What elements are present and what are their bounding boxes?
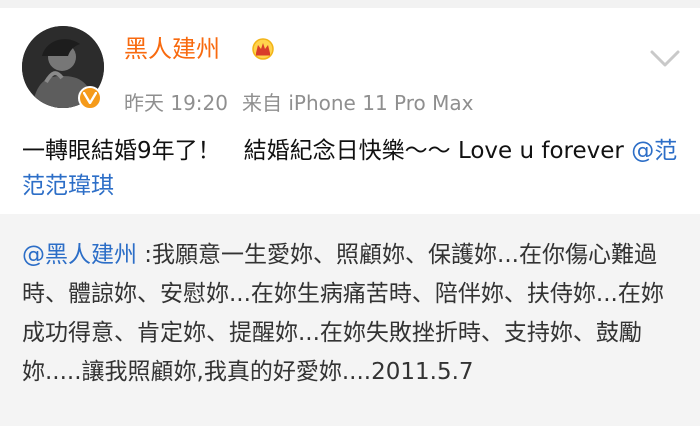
avatar[interactable] <box>22 26 104 110</box>
repost-text-block: @黑人建州 :我願意一生愛妳、照顧妳、保護妳...在你傷心難過時、體諒妳、安慰妳… <box>22 236 672 392</box>
verified-badge-icon <box>78 86 102 110</box>
post-meta: 昨天 19:20 来自 iPhone 11 Pro Max <box>124 90 473 116</box>
repost-mention-link[interactable]: @黑人建州 <box>22 242 137 268</box>
crown-icon[interactable] <box>250 38 276 60</box>
post-source[interactable]: 来自 iPhone 11 Pro Max <box>242 91 473 115</box>
weibo-post: 黑人建州 昨天 19:20 来自 iPhone 11 Pro Max 一轉眼結婚9… <box>0 8 700 214</box>
username-link[interactable]: 黑人建州 <box>124 34 220 64</box>
post-body-text: 一轉眼結婚9年了！ 結婚紀念日快樂～～ Love u forever <box>22 138 632 164</box>
post-content: 一轉眼結婚9年了！ 結婚紀念日快樂～～ Love u forever @范范范瑋… <box>22 134 678 204</box>
chevron-down-icon[interactable] <box>648 48 682 70</box>
post-time[interactable]: 昨天 19:20 <box>124 91 228 115</box>
reposted-content[interactable]: @黑人建州 :我願意一生愛妳、照顧妳、保護妳...在你傷心難過時、體諒妳、安慰妳… <box>0 214 700 426</box>
top-divider <box>0 0 700 8</box>
